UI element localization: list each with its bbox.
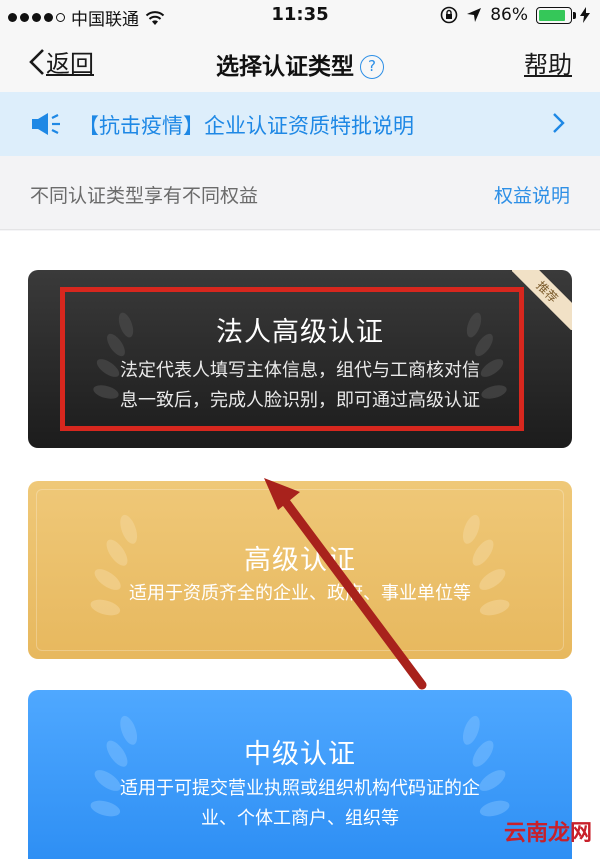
watermark-logo: 云南龙网 <box>503 821 592 846</box>
red-arrow-annotation <box>264 478 427 690</box>
screen: 中国联通 11:35 86% 返回 选择认证类型 ? 帮助 【抗击疫情】企业认证… <box>0 0 600 859</box>
